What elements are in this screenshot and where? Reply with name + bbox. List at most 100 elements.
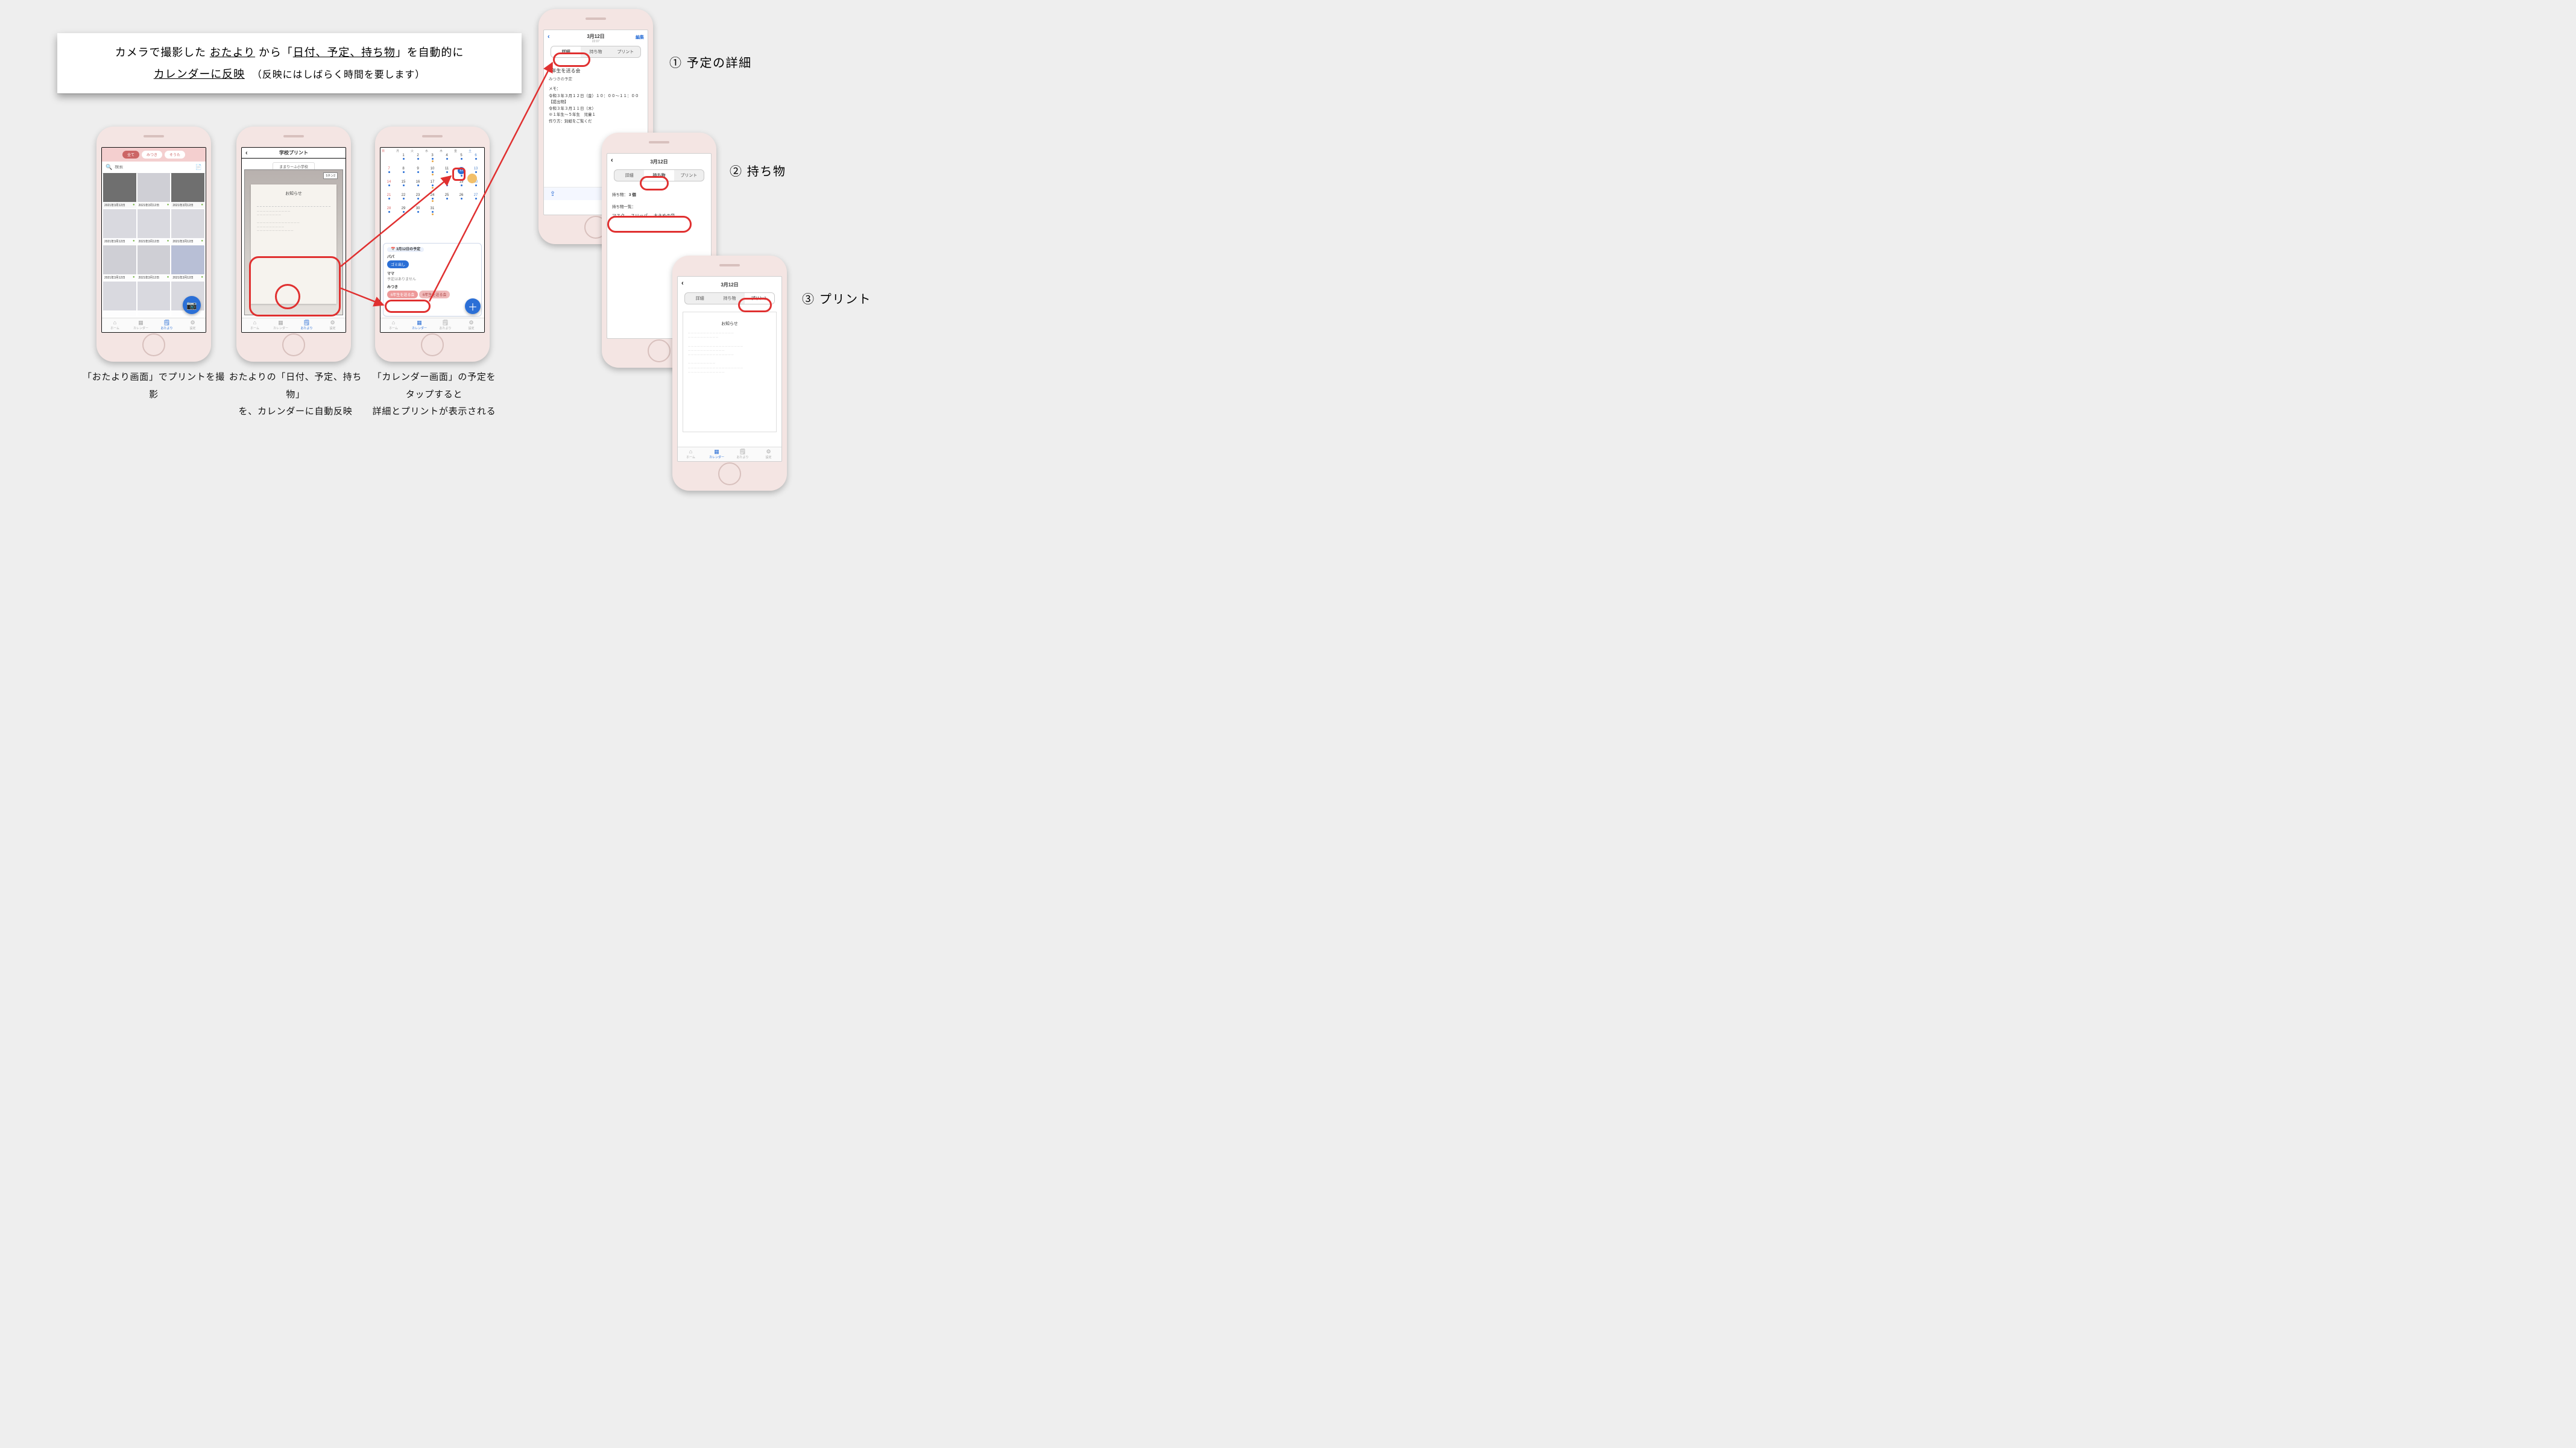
cal-day[interactable]: 31: [425, 206, 440, 219]
cal-day[interactable]: 29: [396, 206, 411, 219]
seg-detail[interactable]: 詳細: [551, 46, 581, 57]
tab-settings[interactable]: ⚙設定: [320, 318, 346, 332]
phone-print-detail: ‹ 3月12日 詳細 持ち物 プリント お知らせ — — — — — — — —…: [672, 256, 787, 491]
otayori-icon: 🗒: [739, 449, 746, 455]
tab-home[interactable]: ⌂ホーム: [242, 318, 268, 332]
papa-event[interactable]: ゴミ出し: [387, 260, 409, 268]
photo-cell[interactable]: 2021年3月12日●: [137, 173, 171, 208]
cal-day[interactable]: 8: [396, 166, 411, 180]
share-icon[interactable]: ⇪: [550, 190, 555, 198]
cal-day[interactable]: 24: [425, 193, 440, 206]
photo-cell[interactable]: 2021年3月12日●: [171, 245, 204, 280]
tab-settings[interactable]: ⚙設定: [180, 318, 206, 332]
tab-otayori[interactable]: 🗒おたより: [432, 318, 458, 332]
back-icon[interactable]: ‹: [681, 280, 684, 287]
seg-detail[interactable]: 詳細: [614, 170, 644, 181]
event-dot: [417, 171, 419, 173]
cal-day[interactable]: 5: [454, 153, 469, 166]
tab-home[interactable]: ⌂ホーム: [102, 318, 128, 332]
cal-day[interactable]: 6: [469, 153, 483, 166]
cal-grid: 1234567891011121314151617181920212223242…: [380, 153, 484, 219]
search-input[interactable]: [115, 165, 193, 169]
cal-day[interactable]: 28: [382, 206, 396, 219]
cal-day[interactable]: [382, 153, 396, 166]
phone-otayori: 全て みつき そうた 🔍 📄 2021年3月12日● 2021年3月12日● 2…: [96, 127, 211, 362]
cal-day[interactable]: 16: [411, 180, 425, 193]
cal-day[interactable]: 15: [396, 180, 411, 193]
cal-day[interactable]: 25: [440, 193, 454, 206]
photo-cell[interactable]: [103, 282, 136, 316]
mama-none: 予定はありません: [387, 278, 416, 282]
plus-icon: ＋: [468, 299, 478, 313]
mama-label: ママ: [387, 272, 394, 276]
cal-day[interactable]: 23: [411, 193, 425, 206]
seg-print[interactable]: プリント: [745, 293, 774, 304]
seg-detail[interactable]: 詳細: [685, 293, 715, 304]
seg-items[interactable]: 持ち物: [715, 293, 744, 304]
tab-settings[interactable]: ⚙設定: [756, 447, 781, 461]
event-dot: [403, 211, 405, 213]
cal-day[interactable]: 11: [440, 166, 454, 180]
photo-cell[interactable]: [137, 282, 171, 316]
chip-all[interactable]: 全て: [122, 151, 139, 159]
photo-cell[interactable]: 2021年3月12日●: [171, 173, 204, 208]
camera-fab[interactable]: 📷: [183, 296, 201, 314]
document-icon[interactable]: 📄: [195, 164, 202, 171]
back-icon[interactable]: ‹: [245, 150, 248, 157]
cal-day[interactable]: 9: [411, 166, 425, 180]
cal-day[interactable]: 19: [454, 180, 469, 193]
tab-home[interactable]: ⌂ホーム: [380, 318, 406, 332]
seg-items[interactable]: 持ち物: [581, 46, 610, 57]
cal-day[interactable]: 7: [382, 166, 396, 180]
cal-day[interactable]: [469, 206, 483, 219]
photo-cell[interactable]: 2021年3月12日●: [103, 245, 136, 280]
chip-mitsuki[interactable]: みつき: [142, 151, 162, 159]
mitsuki-event-2[interactable]: 6年生を送る会: [419, 291, 450, 298]
photo-cell[interactable]: 2021年3月12日●: [137, 209, 171, 244]
back-icon[interactable]: ‹: [611, 157, 613, 164]
cal-day[interactable]: 22: [396, 193, 411, 206]
headline-l1-mid: から「: [255, 46, 293, 58]
cal-day[interactable]: 27: [469, 193, 483, 206]
tab-calendar[interactable]: ▦カレンダー: [128, 318, 154, 332]
tab-home[interactable]: ⌂ホーム: [678, 447, 704, 461]
cal-day[interactable]: 1: [396, 153, 411, 166]
cal-day[interactable]: 14: [382, 180, 396, 193]
cal-day[interactable]: 17: [425, 180, 440, 193]
tab-calendar[interactable]: ▦カレンダー: [406, 318, 432, 332]
photo-cell[interactable]: 2021年3月12日●: [103, 173, 136, 208]
photo-cell[interactable]: 2021年3月12日●: [103, 209, 136, 244]
cal-day[interactable]: 2: [411, 153, 425, 166]
seg-items[interactable]: 持ち物: [644, 170, 674, 181]
cal-day[interactable]: 4: [440, 153, 454, 166]
tab-otayori[interactable]: 🗒おたより: [730, 447, 756, 461]
caption-p2: おたよりの「日付、予定、持ち物」 を、カレンダーに自動反映: [223, 369, 368, 421]
cal-day[interactable]: [454, 206, 469, 219]
cal-day[interactable]: 10: [425, 166, 440, 180]
cal-day[interactable]: 26: [454, 193, 469, 206]
mitsuki-label: みつき: [387, 286, 398, 289]
seg-print[interactable]: プリント: [674, 170, 704, 181]
cal-day[interactable]: 12: [454, 166, 469, 180]
photo-cell[interactable]: 2021年3月12日●: [171, 209, 204, 244]
tab-otayori[interactable]: 🗒おたより: [294, 318, 320, 332]
cal-day[interactable]: [440, 206, 454, 219]
tab-calendar[interactable]: ▦カレンダー: [704, 447, 730, 461]
add-fab[interactable]: ＋: [465, 298, 481, 314]
photo-cell[interactable]: 2021年3月12日●: [137, 245, 171, 280]
back-icon[interactable]: ‹: [548, 33, 550, 40]
mitsuki-event-1[interactable]: 6年生を送る会: [387, 291, 418, 298]
cal-day[interactable]: 21: [382, 193, 396, 206]
cal-day[interactable]: 30: [411, 206, 425, 219]
tab-calendar[interactable]: ▦カレンダー: [268, 318, 294, 332]
cal-day[interactable]: 3: [425, 153, 440, 166]
event-dot: [461, 184, 462, 186]
items-head: ‹ 3月12日: [607, 154, 711, 169]
chip-souta[interactable]: そうた: [165, 151, 185, 159]
detail-head: ‹ 3月12日 22:07 編集: [544, 30, 648, 46]
edit-button[interactable]: 編集: [636, 34, 644, 40]
tab-otayori[interactable]: 🗒おたより: [154, 318, 180, 332]
seg-print[interactable]: プリント: [611, 46, 640, 57]
tab-settings[interactable]: ⚙設定: [458, 318, 484, 332]
cal-day[interactable]: 18: [440, 180, 454, 193]
